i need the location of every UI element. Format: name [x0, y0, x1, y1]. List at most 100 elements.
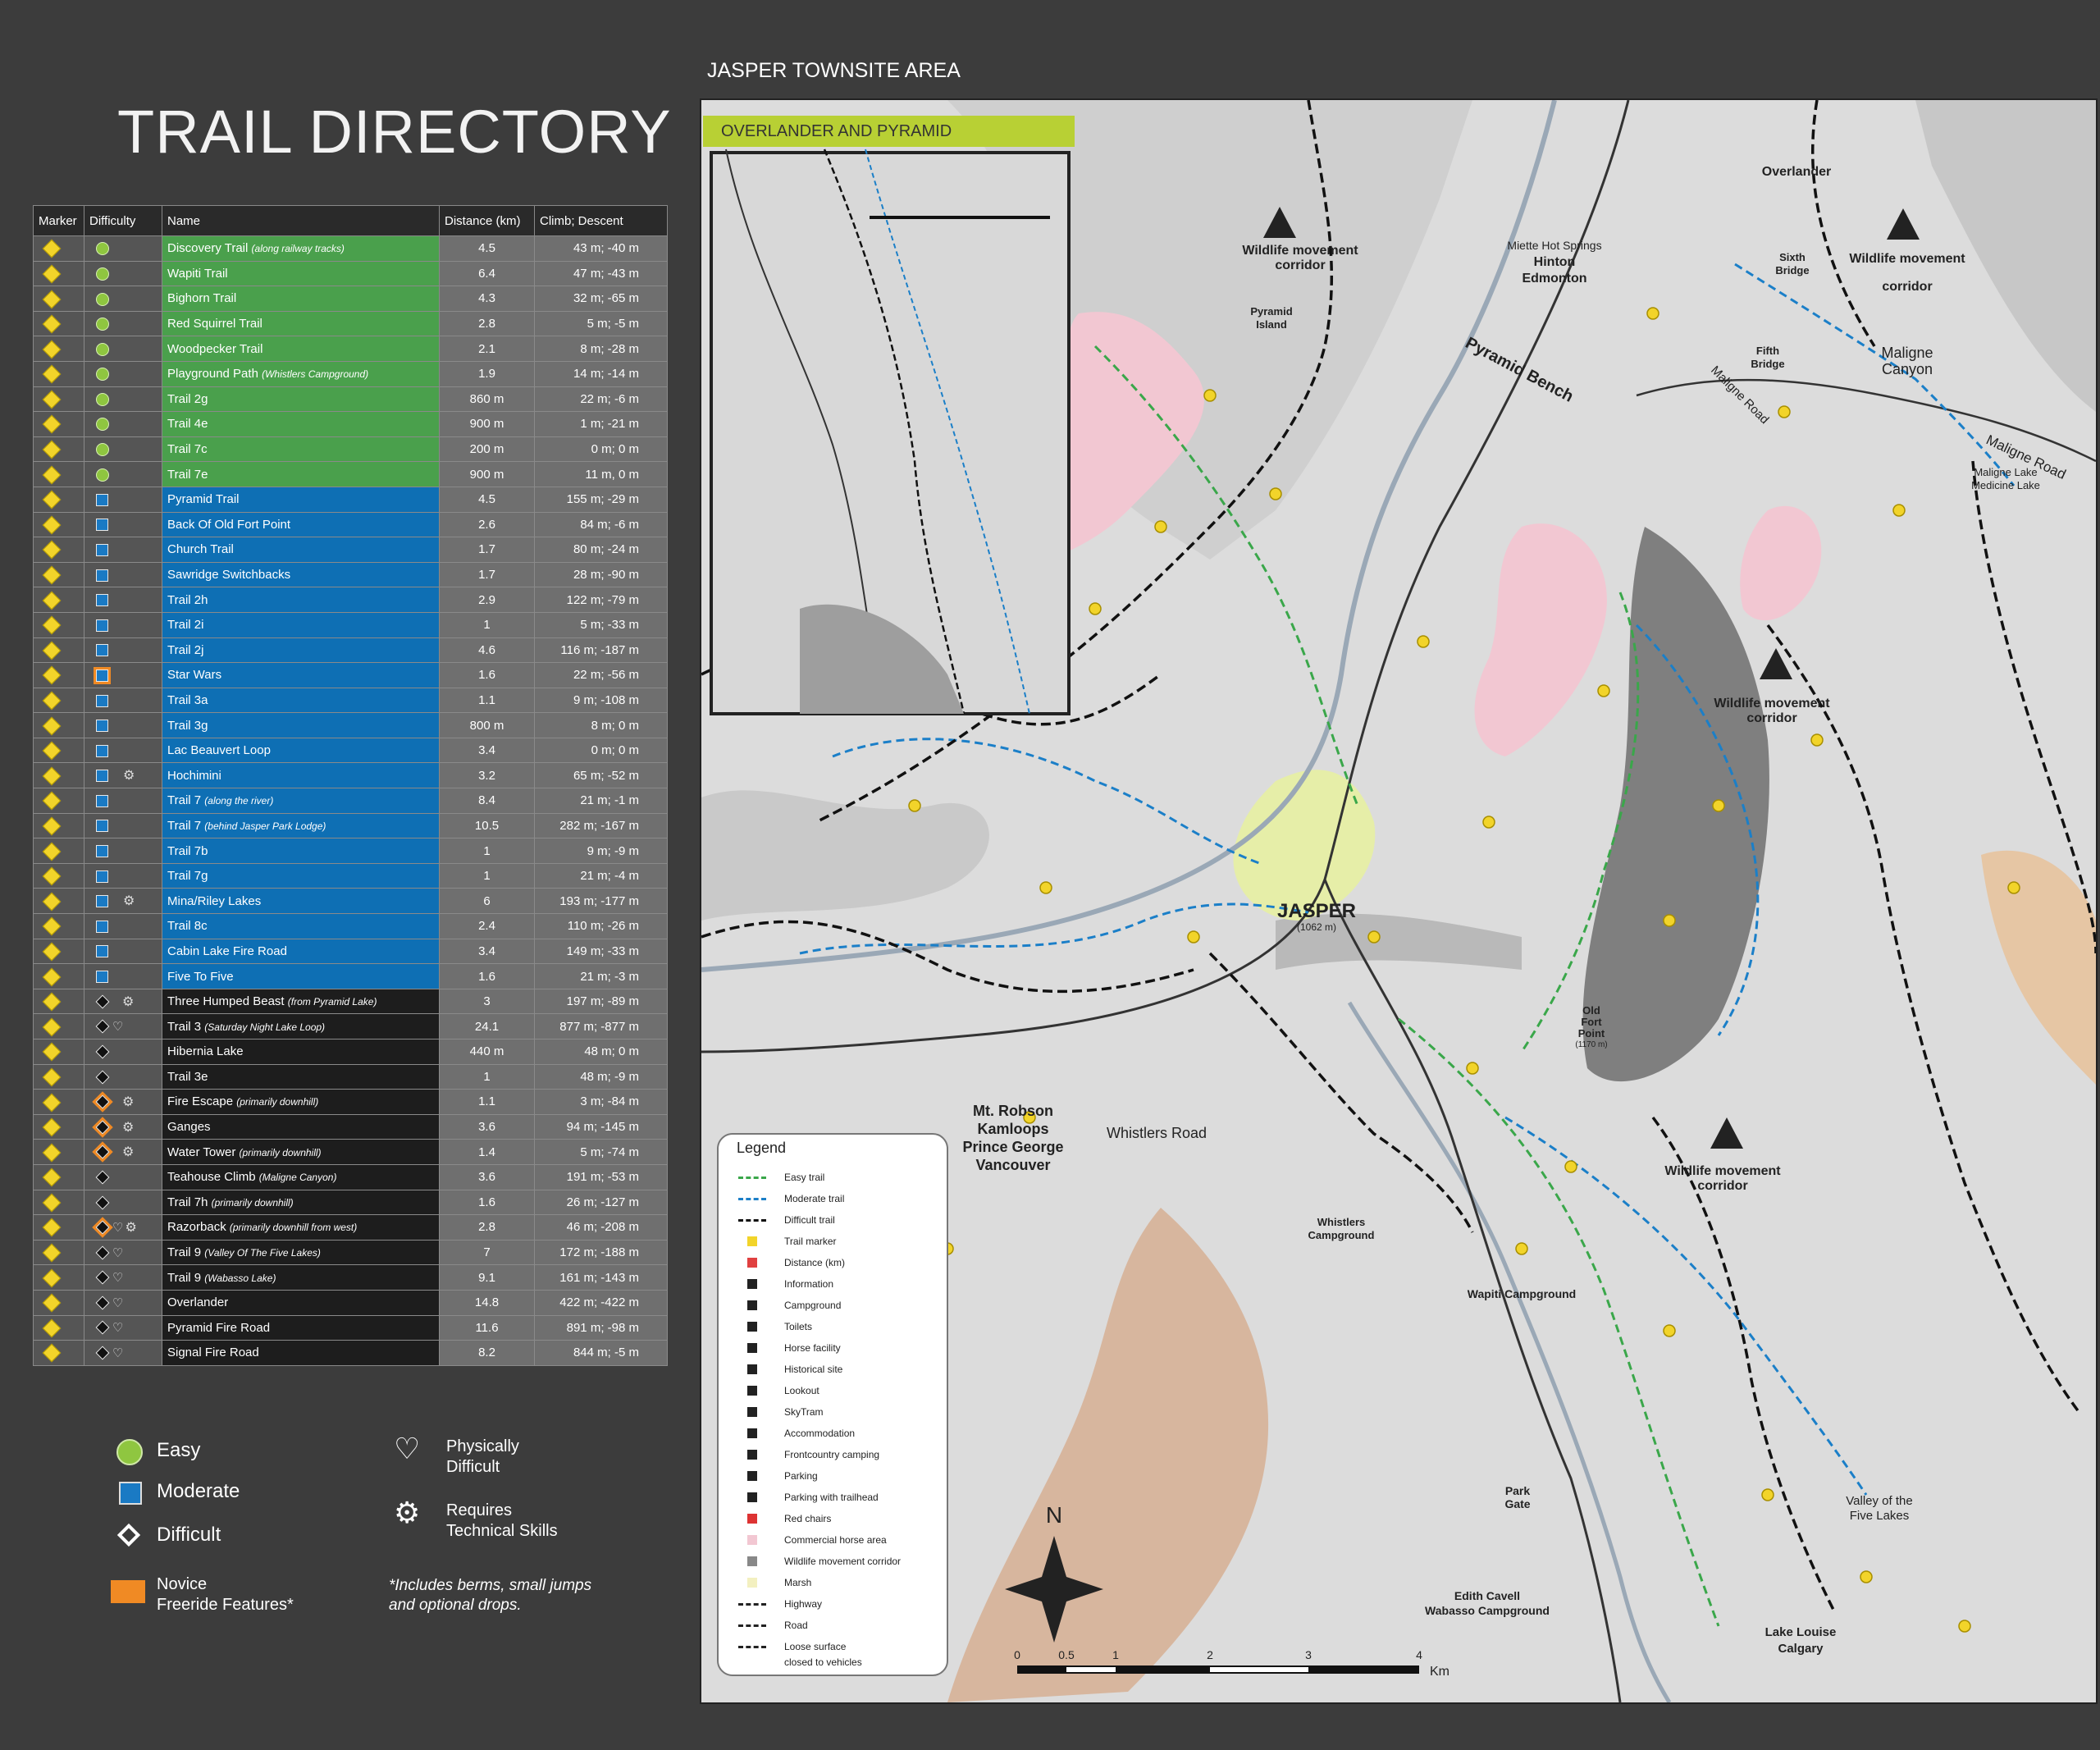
trail-name: Mina/Riley Lakes [162, 888, 440, 915]
moderate-square-icon [96, 720, 108, 733]
heart-pulse-icon: ♡ [112, 1295, 124, 1310]
difficulty-cell: ♡ [84, 1013, 162, 1039]
trail-climb-descent: 14 m; -14 m [534, 360, 668, 387]
trail-name-text: Mina/Riley Lakes [167, 893, 262, 908]
map-label-park-1: Park [1505, 1484, 1531, 1497]
trail-marker-cell [33, 637, 84, 664]
map-legend-swatch-icon [747, 1471, 757, 1481]
trail-name: Back Of Old Fort Point [162, 511, 440, 538]
trail-marker-cell [33, 1139, 84, 1165]
trail-marker-icon [42, 666, 62, 685]
trail-distance: 8.4 [439, 788, 535, 814]
map-label-calgary: Calgary [1778, 1642, 1824, 1656]
trail-marker-cell [33, 286, 84, 312]
trail-distance: 1 [439, 862, 535, 889]
trail-climb-descent: 48 m; 0 m [534, 1039, 668, 1065]
difficulty-cell [84, 812, 162, 839]
difficulty-cell [84, 310, 162, 337]
trail-name-text: Trail 7 [167, 818, 202, 833]
trail-marker-icon [42, 490, 62, 509]
map-legend-item: Historical site [720, 1359, 942, 1380]
map-legend-item: Lookout [720, 1380, 942, 1401]
trail-distance: 1.6 [439, 662, 535, 688]
map-label-valley-2: Five Lakes [1850, 1509, 1910, 1523]
difficulty-cell: ⚙ [84, 1139, 162, 1165]
table-row: Red Squirrel Trail 2.8 5 m; -5 m [33, 310, 668, 337]
trail-marker-icon [42, 314, 62, 334]
trail-distance: 1.6 [439, 963, 535, 989]
trail-marker-cell [33, 862, 84, 889]
trail-distance: 2.6 [439, 511, 535, 538]
trail-marker-icon [42, 967, 62, 986]
difficult-diamond-icon [95, 1019, 110, 1034]
trail-name-text: Trail 7g [167, 869, 208, 884]
trail-marker-cell [33, 712, 84, 738]
heart-pulse-icon: ♡ [112, 1321, 124, 1336]
map-legend-item: Difficult trail [720, 1209, 942, 1231]
trail-marker-icon [42, 1167, 62, 1187]
table-row: Trail 8c 2.4 110 m; -26 m [33, 913, 668, 939]
map-label-robson: Mt. Robson [973, 1103, 1053, 1119]
map-legend-label: closed to vehicles [784, 1656, 862, 1668]
trail-name-text: Discovery Trail [167, 241, 249, 256]
trail-marker-cell [33, 963, 84, 989]
map-legend-label: Moderate trail [784, 1193, 845, 1204]
trail-marker-cell [33, 1063, 84, 1090]
trail-marker-cell [33, 737, 84, 764]
difficulty-cell [84, 260, 162, 287]
trail-marker-cell [33, 486, 84, 513]
table-row: ⚙ Hochimini 3.2 65 m; -52 m [33, 762, 668, 789]
trail-name-text: Trail 2g [167, 391, 208, 406]
trail-name-text: Trail 9 [167, 1270, 202, 1285]
difficulty-cell [84, 611, 162, 638]
legend-phys-2: Difficult [446, 1458, 500, 1476]
trail-marker-icon [42, 766, 62, 786]
table-row: Woodpecker Trail 2.1 8 m; -28 m [33, 336, 668, 362]
map-legend-swatch-icon [738, 1176, 766, 1179]
trail-marker-icon [42, 264, 62, 284]
map-legend-item: Highway [720, 1593, 942, 1615]
trail-name: Trail 7h (primarily downhill) [162, 1189, 440, 1216]
trail-name-text: Trail 7e [167, 467, 208, 482]
trail-climb-descent: 28 m; -90 m [534, 561, 668, 588]
trail-name: Trail 2h [162, 587, 440, 613]
trail-marker-cell [33, 235, 84, 262]
trail-marker-icon [42, 816, 62, 836]
legend-difficult: Difficult [157, 1524, 221, 1546]
map-label-maligne-lake-1: Maligne Lake [1974, 466, 2037, 478]
easy-circle-icon [96, 267, 109, 281]
difficulty-cell [84, 712, 162, 738]
map-legend-swatch-icon [747, 1535, 757, 1545]
trail-distance: 2.9 [439, 587, 535, 613]
trail-name: Trail 2g [162, 386, 440, 413]
moderate-square-icon [96, 619, 108, 632]
map-legend-label: Red chairs [784, 1513, 832, 1524]
trail-climb-descent: 5 m; -5 m [534, 310, 668, 337]
trail-marker-cell [33, 888, 84, 915]
trail-marker-icon [42, 1017, 62, 1037]
difficulty-cell [84, 913, 162, 939]
map-legend-swatch-icon [747, 1450, 757, 1460]
map-legend-item: SkyTram [720, 1401, 942, 1423]
trail-note: (primarily downhill) [239, 1146, 322, 1158]
difficulty-cell: ⚙ [84, 1113, 162, 1140]
gear-icon: ⚙ [122, 1145, 135, 1160]
trail-marker-icon [42, 917, 62, 936]
trail-marker-icon [42, 1218, 62, 1237]
trail-name: Overlander [162, 1289, 440, 1316]
trail-distance: 900 m [439, 461, 535, 487]
scale-tick-label: 4 [1416, 1648, 1422, 1661]
map-label-maligne-canyon-2: Canyon [1882, 361, 1933, 377]
legend-tech-1: Requires [446, 1501, 513, 1519]
trail-name-text: Trail 8c [167, 919, 208, 934]
difficulty-cell [84, 838, 162, 864]
difficulty-cell [84, 687, 162, 714]
map-label-pyramid-island-1: Pyramid [1250, 305, 1292, 318]
trail-climb-descent: 8 m; 0 m [534, 712, 668, 738]
difficult-diamond-icon [95, 1070, 110, 1085]
table-row: Trail 7g 1 21 m; -4 m [33, 862, 668, 889]
map-legend-swatch-icon [738, 1624, 766, 1627]
legend-novice-1: Novice [157, 1575, 208, 1593]
map-label-sixth-1: Sixth [1779, 251, 1806, 263]
trail-name: Trail 2j [162, 637, 440, 664]
